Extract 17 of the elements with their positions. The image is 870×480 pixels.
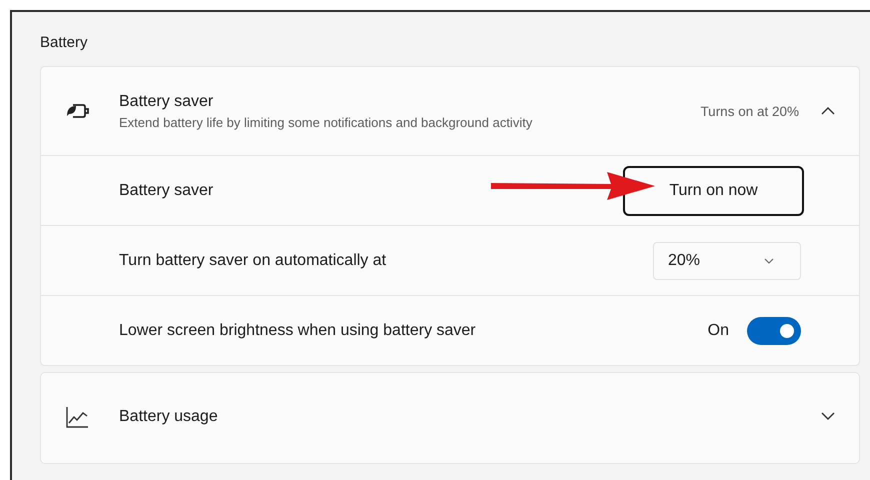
expander-title: Battery saver [119,92,214,110]
expander-description: Extend battery life by limiting some notifications and background activity [119,114,534,130]
setting-label: Lower screen brightness when using battery saver [119,322,477,340]
expander-title: Battery usage [119,408,219,426]
percent-dropdown[interactable]: 20% [653,242,801,280]
toggle-switch[interactable] [747,316,801,344]
turn-on-button[interactable]: Turn on now [623,166,804,216]
line-chart-icon [65,406,89,428]
setting-label: Battery saver [119,182,214,200]
section-title: Battery [40,33,89,53]
chevron-up-icon[interactable] [821,106,835,115]
battery-leaf-icon [65,102,91,120]
toggle-state-text: On [708,322,729,340]
status-text: Turns on at 20% [700,104,799,118]
setting-label: Turn battery saver on automatically at [119,252,388,270]
caret-icon [764,258,774,264]
chevron-down-icon[interactable] [821,412,835,421]
